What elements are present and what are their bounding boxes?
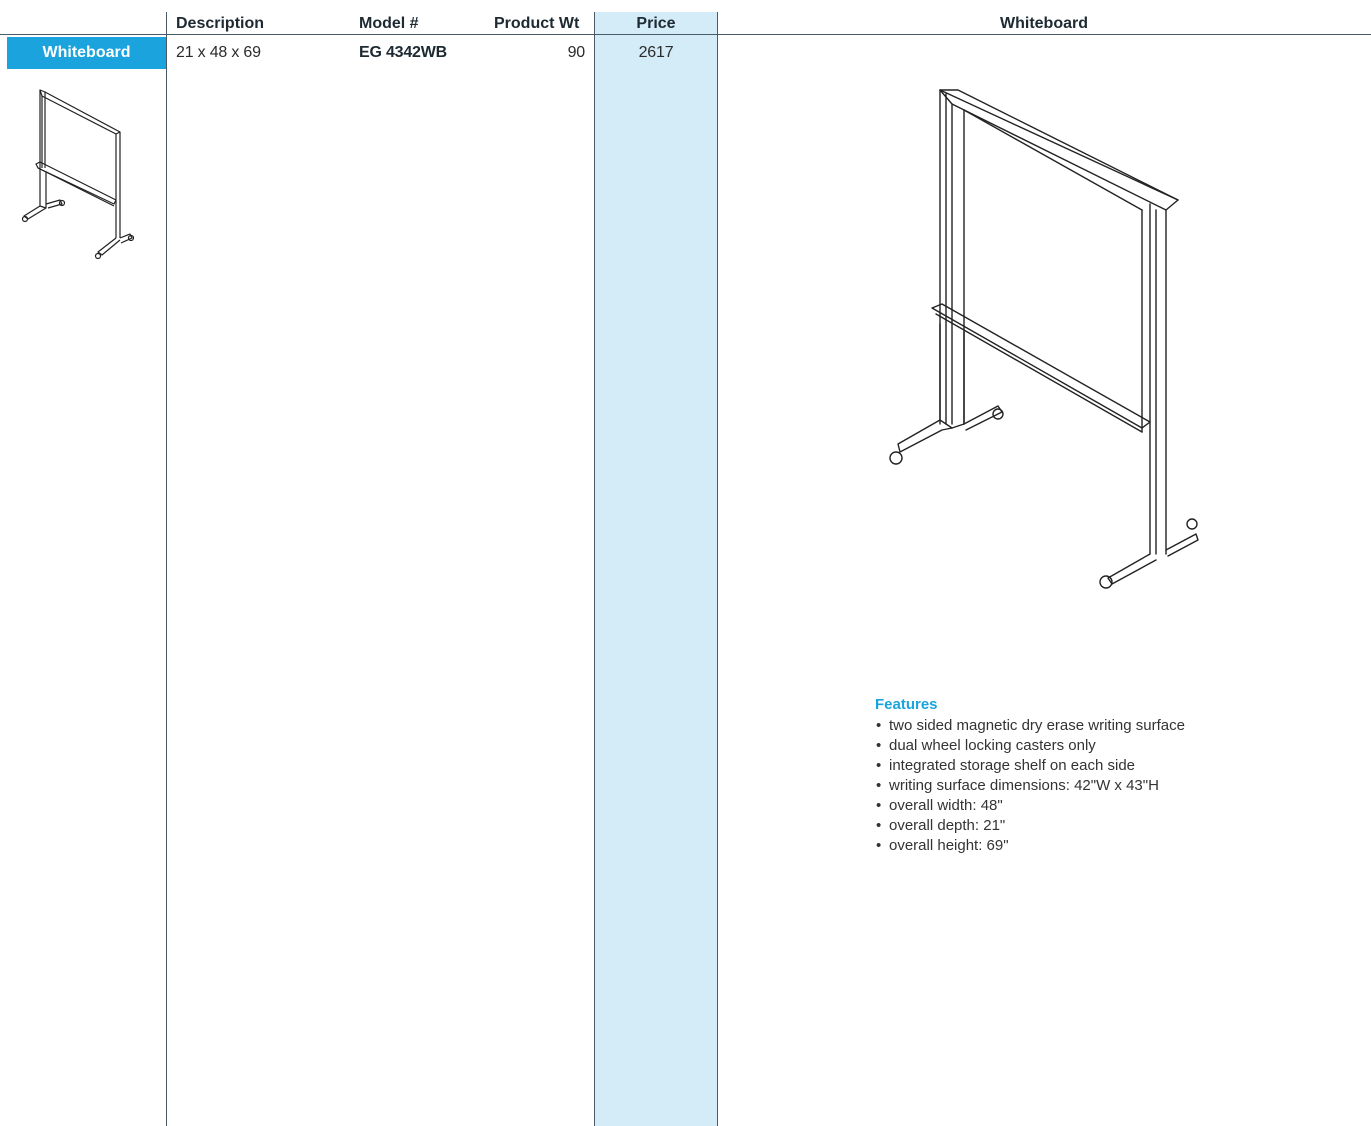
product-model: EG 4342WB [359,44,448,61]
feature-item: • overall depth: 21" [876,817,1006,834]
features-title: Features [875,696,938,713]
feature-item: • integrated storage shelf on each side [876,757,1135,774]
feature-item: • dual wheel locking casters only [876,737,1096,754]
product-price: 2617 [638,44,674,61]
feature-item: • writing surface dimensions: 42"W x 43"H [876,777,1159,794]
features-section: Features • two sided magnetic dry erase w… [875,696,1335,856]
price-column-background [595,12,717,1126]
category-label: Whiteboard [7,37,166,69]
bullet-icon: • [876,717,882,734]
header-model: Model # [359,15,419,32]
bullet-icon: • [876,837,882,854]
features-list: • two sided magnetic dry erase writing su… [875,716,1335,856]
whiteboard-thumbnail-icon [21,89,135,260]
bullet-icon: • [876,777,882,794]
header-product-weight: Product Wt [494,15,580,32]
header-image-title: Whiteboard [1000,15,1088,32]
bullet-icon: • [876,737,882,754]
whiteboard-illustration-icon [889,89,1199,589]
feature-item: • overall width: 48" [876,797,1003,814]
header-description: Description [176,15,265,32]
feature-item: • two sided magnetic dry erase writing su… [876,717,1185,734]
column-divider-price-right [717,12,718,1126]
column-divider-left [166,12,167,1126]
header-price: Price [636,15,676,32]
bullet-icon: • [876,797,882,814]
product-description: 21 x 48 x 69 [176,44,261,61]
product-weight: 90 [567,44,586,61]
bullet-icon: • [876,757,882,774]
bullet-icon: • [876,817,882,834]
header-divider [0,34,1371,35]
column-divider-price-left [594,12,595,1126]
feature-item: • overall height: 69" [876,837,1009,854]
